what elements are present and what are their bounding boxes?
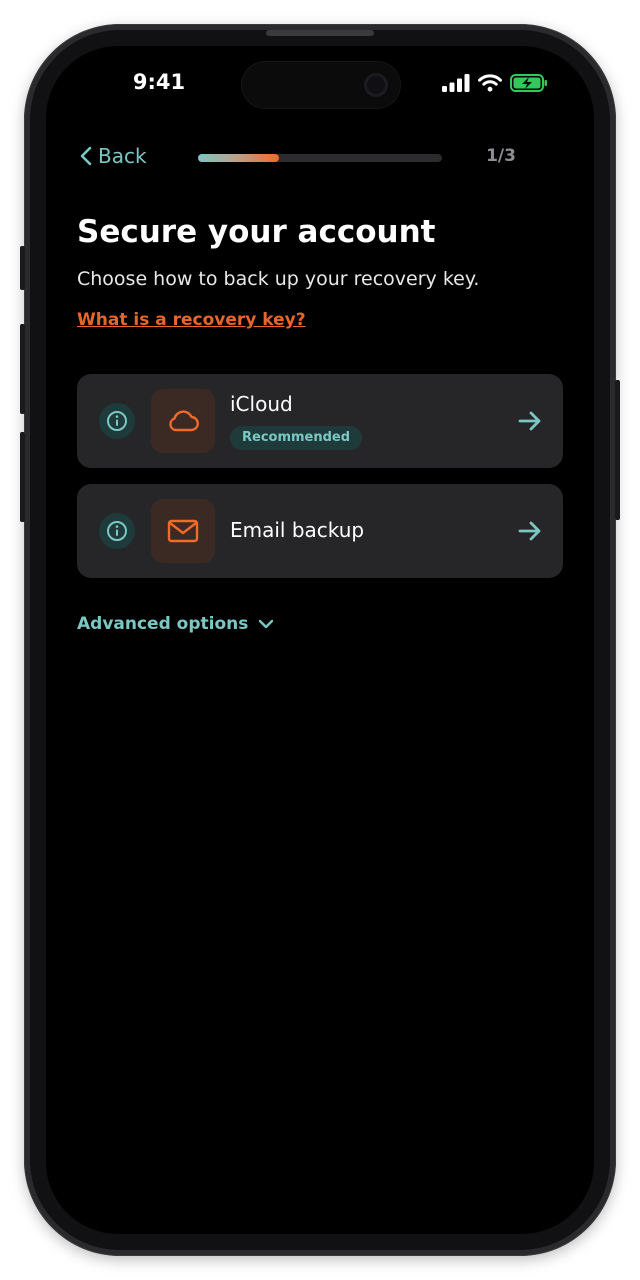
info-icon [107, 521, 127, 541]
power-button [615, 380, 620, 520]
back-label: Back [98, 144, 147, 168]
chevron-down-icon [259, 619, 274, 629]
status-icons [442, 74, 548, 92]
dynamic-island [242, 62, 400, 108]
wifi-icon [478, 74, 502, 92]
arrow-right-icon [518, 521, 541, 541]
chevron-left-icon [80, 146, 92, 166]
recommended-badge: Recommended [230, 426, 363, 450]
cloud-icon [169, 410, 199, 432]
recovery-key-help-link[interactable]: What is a recovery key? [77, 310, 306, 330]
back-button[interactable]: Back [80, 144, 147, 168]
email-backup-label: Email backup [230, 518, 365, 542]
progress-bar [198, 154, 442, 162]
advanced-options-label: Advanced options [77, 614, 249, 634]
page-subtitle: Choose how to back up your recovery key. [77, 268, 480, 290]
mail-icon [167, 519, 199, 543]
earpiece-speaker [266, 30, 374, 36]
icloud-icon-tile [151, 389, 215, 453]
step-count: 1/3 [486, 146, 516, 166]
volume-down-button [20, 432, 25, 522]
email-icon-tile [151, 499, 215, 563]
front-camera-icon [364, 73, 388, 97]
progress-fill [198, 154, 279, 162]
icloud-info-button[interactable] [99, 403, 135, 439]
info-icon [107, 411, 127, 431]
status-time: 9:41 [132, 70, 186, 94]
action-button [20, 246, 25, 290]
icloud-label: iCloud [230, 392, 293, 416]
arrow-right-icon [518, 411, 541, 431]
icloud-option-card[interactable]: iCloud Recommended [77, 374, 563, 468]
email-info-button[interactable] [99, 513, 135, 549]
app-screen: 9:41 Back 1/3 Secure your account Choose… [46, 46, 594, 1234]
advanced-options-toggle[interactable]: Advanced options [77, 614, 274, 634]
volume-up-button [20, 324, 25, 414]
cellular-signal-icon [442, 74, 470, 92]
page-title: Secure your account [77, 214, 436, 250]
email-backup-option-card[interactable]: Email backup [77, 484, 563, 578]
battery-charging-icon [510, 74, 547, 92]
